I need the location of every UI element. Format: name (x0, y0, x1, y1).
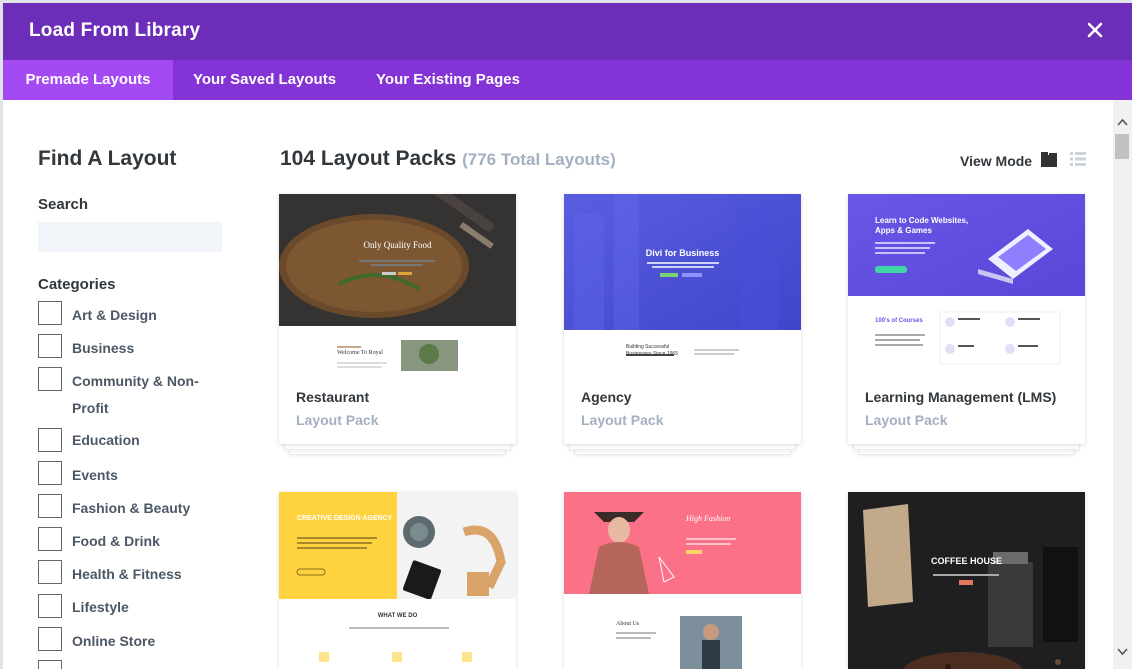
card-stack-shadow (853, 444, 1080, 450)
layout-card-high-fashion[interactable]: High Fashion About Us (564, 492, 801, 669)
find-layout-title: Find A Layout (38, 147, 177, 170)
scroll-down-arrow-icon[interactable] (1117, 646, 1128, 657)
category-label[interactable]: Food & Drink (72, 528, 212, 555)
checkbox[interactable] (38, 367, 62, 391)
thumb-lower-text: Building Successful Businesses Since 196… (626, 344, 678, 357)
checkbox[interactable] (38, 494, 62, 518)
library-modal: Load From Library Premade Layouts Your S… (3, 3, 1132, 669)
layout-card-lms[interactable]: Learn to Code Websites, Apps & Games 100… (848, 194, 1085, 464)
categories-label: Categories (38, 276, 116, 293)
layout-card[interactable]: High Fashion About Us (564, 492, 801, 669)
category-label[interactable]: Lifestyle (72, 594, 212, 621)
checkbox[interactable] (38, 594, 62, 618)
tab-bar: Premade Layouts Your Saved Layouts Your … (3, 60, 1132, 100)
scroll-thumb[interactable] (1115, 134, 1129, 159)
layout-count-title: 104 Layout Packs (776 Total Layouts) (280, 147, 616, 171)
layout-card-design-agency[interactable]: CREATIVE DESIGN AGENCY WHAT WE DO (279, 492, 516, 669)
card-thumbnail: Divi for Business Building Successful Bu… (564, 194, 801, 371)
search-input[interactable] (38, 222, 222, 252)
layout-card-agency[interactable]: Divi for Business Building Successful Bu… (564, 194, 801, 464)
thumb-hero-text: CREATIVE DESIGN AGENCY (297, 515, 393, 522)
category-label[interactable]: Business (72, 335, 212, 362)
scroll-up-arrow-icon[interactable] (1117, 117, 1128, 128)
layout-card[interactable]: Learn to Code Websites, Apps & Games 100… (848, 194, 1085, 444)
category-label[interactable]: Events (72, 462, 212, 489)
tab-saved-layouts[interactable]: Your Saved Layouts (173, 60, 356, 100)
category-label[interactable]: Art & Design (72, 302, 212, 329)
checkbox[interactable] (38, 560, 62, 584)
vertical-scrollbar[interactable] (1113, 100, 1132, 669)
checkbox[interactable] (38, 428, 62, 452)
card-thumbnail: COFFEE HOUSE (848, 492, 1085, 669)
layout-card-restaurant[interactable]: Only Quality Food Welcome To Royal Resta… (279, 194, 516, 464)
category-label[interactable]: Education (72, 427, 212, 454)
thumb-lower-text: WHAT WE DO (377, 613, 418, 619)
card-thumbnail: Learn to Code Websites, Apps & Games 100… (848, 194, 1085, 371)
checkbox[interactable] (38, 334, 62, 358)
card-type: Layout Pack (581, 412, 664, 428)
card-type: Layout Pack (865, 412, 948, 428)
thumb-hero-text: Divi for Business (645, 248, 720, 258)
layout-card[interactable]: Only Quality Food Welcome To Royal Resta… (279, 194, 516, 444)
card-name[interactable]: Restaurant (296, 389, 369, 405)
view-mode-label: View Mode (960, 153, 1033, 169)
thumb-hero-text: Only Quality Food (363, 240, 432, 250)
checkbox[interactable] (38, 627, 62, 651)
card-name[interactable]: Agency (581, 389, 632, 405)
checkbox[interactable] (38, 660, 62, 669)
thumb-lower-text: 100's of Courses (875, 318, 923, 324)
category-label[interactable]: Health & Fitness (72, 561, 212, 588)
card-type: Layout Pack (296, 412, 379, 428)
layout-card[interactable]: COFFEE HOUSE (848, 492, 1085, 669)
category-label[interactable]: Fashion & Beauty (72, 495, 212, 522)
modal-title: Load From Library (29, 20, 201, 41)
tab-premade-layouts[interactable]: Premade Layouts (3, 60, 173, 100)
tab-existing-pages[interactable]: Your Existing Pages (356, 60, 540, 100)
layout-card[interactable]: CREATIVE DESIGN AGENCY WHAT WE DO (279, 492, 516, 669)
modal-content: Find A Layout Search Categories Art & De… (3, 100, 1113, 669)
grid-view-icon[interactable] (1040, 150, 1058, 168)
checkbox[interactable] (38, 527, 62, 551)
card-stack-shadow (284, 444, 511, 450)
category-label[interactable]: Online Store (72, 628, 212, 655)
total-layout-count: (776 Total Layouts) (462, 150, 616, 169)
layout-card-coffee-house[interactable]: COFFEE HOUSE (848, 492, 1085, 669)
card-thumbnail: CREATIVE DESIGN AGENCY WHAT WE DO (279, 492, 516, 669)
thumb-hero-text: Learn to Code Websites, Apps & Games (875, 216, 969, 235)
list-view-icon[interactable] (1069, 150, 1087, 168)
checkbox[interactable] (38, 301, 62, 325)
close-button[interactable] (1084, 19, 1106, 41)
thumb-hero-text: High Fashion (686, 514, 731, 523)
card-name[interactable]: Learning Management (LMS) (865, 389, 1056, 405)
category-label[interactable]: Community & Non-Profit (72, 368, 207, 422)
modal-header: Load From Library (3, 3, 1132, 60)
card-thumbnail: High Fashion About Us (564, 492, 801, 669)
card-stack-shadow (569, 444, 796, 450)
search-label: Search (38, 196, 89, 213)
close-icon (1087, 22, 1103, 38)
thumb-lower-text: Welcome To Royal (337, 350, 383, 356)
checkbox[interactable] (38, 461, 62, 485)
layout-card[interactable]: Divi for Business Building Successful Bu… (564, 194, 801, 444)
thumb-lower-text: About Us (616, 621, 640, 627)
layout-pack-count: 104 Layout Packs (280, 147, 457, 170)
thumb-hero-text: COFFEE HOUSE (930, 556, 1002, 566)
card-thumbnail: Only Quality Food Welcome To Royal (279, 194, 516, 371)
